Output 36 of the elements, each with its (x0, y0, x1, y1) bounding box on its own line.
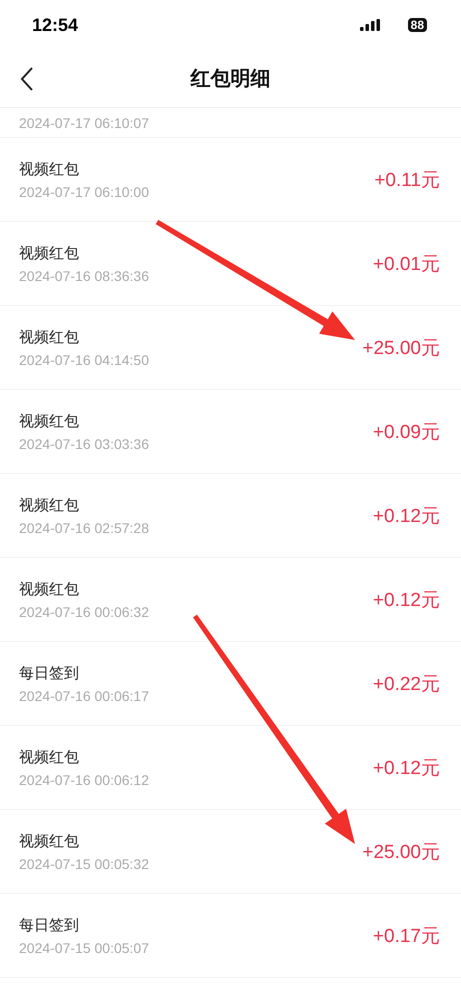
record-amount: +0.01元 (372, 252, 440, 276)
record-name: 每日签到 (19, 916, 80, 934)
record-name: 视频红包 (19, 244, 80, 262)
record-amount: +0.11元 (374, 168, 440, 192)
status-time: 12:54 (32, 14, 78, 36)
record-date: 2024-07-16 08:36:36 (19, 268, 149, 284)
record-date: 2024-07-16 04:14:50 (19, 352, 149, 368)
record-amount: +25.00元 (362, 336, 440, 360)
record-date: 2024-07-16 00:06:12 (19, 772, 149, 788)
record-date: 2024-07-16 00:06:32 (19, 604, 149, 620)
record-amount: +0.12元 (372, 588, 440, 612)
record-amount: +25.00元 (362, 840, 440, 864)
record-name: 每日签到 (19, 664, 80, 682)
record-amount: +0.17元 (372, 924, 440, 948)
record-date: 2024-07-15 00:05:07 (19, 940, 149, 956)
record-name: 视频红包 (19, 748, 80, 766)
record-date: 2024-07-16 03:03:36 (19, 436, 149, 452)
record-name: 视频红包 (19, 832, 80, 850)
signal-icon (360, 19, 380, 31)
record-amount: +0.12元 (372, 756, 440, 780)
record-name: 视频红包 (19, 496, 80, 514)
back-icon[interactable] (20, 66, 34, 92)
record-date: 2024-07-16 02:57:28 (19, 520, 149, 536)
record-date: 2024-07-16 00:06:17 (19, 688, 149, 704)
battery-indicator: 88 (408, 18, 427, 32)
record-amount: +0.22元 (372, 672, 440, 696)
record-amount: +0.09元 (372, 420, 440, 444)
record-name: 视频红包 (19, 412, 80, 430)
record-date: 2024-07-17 06:10:00 (19, 184, 149, 200)
record-name: 视频红包 (19, 160, 80, 178)
record-date: 2024-07-17 06:10:07 (19, 114, 149, 130)
record-name: 视频红包 (19, 328, 80, 346)
record-name: 视频红包 (19, 580, 80, 598)
record-date: 2024-07-15 00:05:32 (19, 856, 149, 872)
record-amount: +0.12元 (372, 504, 440, 528)
page-title: 红包明细 (190, 65, 270, 92)
